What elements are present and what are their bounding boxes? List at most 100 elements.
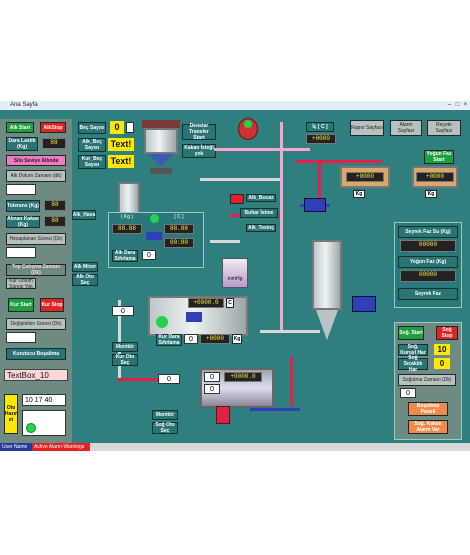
pipe-red-down xyxy=(318,160,321,200)
monitor-button-2[interactable]: Monitör xyxy=(152,410,178,420)
kurutucu-motor xyxy=(186,312,202,322)
ic-c-label: İç [ C ] xyxy=(306,122,334,132)
alk-bucaz-indicator xyxy=(230,194,244,204)
hesaplanan-input[interactable] xyxy=(6,247,36,258)
pipe-pink-vertical xyxy=(280,122,283,332)
alk-c-label: [ C ] xyxy=(174,214,184,220)
textbox-10[interactable]: TextBox_10 xyxy=(4,369,68,381)
degistirilen-sure-label: Değiştirilen Süresi (Dk) xyxy=(6,318,66,330)
recete-sayfasi-button[interactable]: Reçete Sayfası xyxy=(427,120,461,136)
alk-mixer-tank xyxy=(118,182,140,214)
alk-mixer-button[interactable]: Alk Mixer xyxy=(72,262,98,272)
sog-start-button[interactable]: Soğ. Start xyxy=(398,326,424,340)
alk-oto-sec-button[interactable]: Alk Oto Seç xyxy=(72,274,98,286)
alinan-kakao-display: 88 xyxy=(44,216,66,227)
reactor-left-display: +0000 xyxy=(346,172,384,182)
cooler-input-2[interactable]: 0 xyxy=(204,384,220,394)
hopper-tank xyxy=(144,128,178,154)
dara-lastik-label: Dara Lastik (Kg) xyxy=(6,137,38,151)
pipe-pink-top xyxy=(214,148,310,151)
alk-beg-value: Text! xyxy=(108,138,134,151)
sogutma-zamani-label: Soğutma Zamanı (Dk) xyxy=(398,374,456,386)
alk-kg-label: ( Kg ) xyxy=(120,214,134,220)
kur-dara-button[interactable]: Kur Dara Sıfırlama xyxy=(156,334,182,346)
pipe-red-upper xyxy=(296,160,382,163)
kur-dolum-indicator: Kur Dolum Süresi Yok xyxy=(6,278,36,290)
alk-terinc-label: Alk_Tesinç xyxy=(246,224,276,232)
kur-oto-sec-button[interactable]: Kur Oto Seç xyxy=(112,354,138,366)
alk-c-display: 88.88 xyxy=(164,224,194,234)
kur-kg-display: +0000 xyxy=(200,334,230,344)
yogun-faz-display: 00000 xyxy=(400,270,456,282)
reactor-right-display: +0000 xyxy=(416,172,454,182)
alk-bucaz-label: Alk_Bucaz xyxy=(246,194,276,202)
tolerans-display: 88 xyxy=(44,200,66,211)
kur-value-input[interactable]: 0 xyxy=(112,306,134,316)
alk-c2-display: 00:00 xyxy=(164,238,194,248)
maximize-icon[interactable]: □ xyxy=(454,102,461,108)
kur-kg-unit: Kg xyxy=(232,334,242,344)
sogutma-zamani-input[interactable]: 0 xyxy=(400,388,416,398)
fan-motor xyxy=(352,296,376,312)
cyclone-column xyxy=(312,240,342,310)
denetar-transfer-button[interactable]: Denetar Transfer Start xyxy=(182,123,216,141)
yogun-faz-start-button[interactable]: Yoğun Faz Start xyxy=(424,150,454,164)
kakao-istegi-indicator: Kakao İsteği yok xyxy=(182,144,216,158)
ic-c-display: +0000 xyxy=(306,134,336,144)
hopper-cone xyxy=(148,154,174,166)
sog-stop-button[interactable]: Soğ Stop xyxy=(436,326,458,340)
hopper-lid xyxy=(142,120,180,128)
sog-kakao-alarm-indicator: Soğ. Kakao Alarm Var xyxy=(408,420,448,434)
window-title: Ana Sayfa xyxy=(10,102,38,108)
sog-sicaklik-label: Soğ Sıcaklık Har xyxy=(398,355,428,373)
reactor-left-kg: Kg xyxy=(353,190,365,198)
mmhg-label: mmHg xyxy=(227,276,243,282)
hopper-valve xyxy=(150,168,172,174)
alk-dara-button[interactable]: Alk Dara Sıfırlama xyxy=(112,250,138,262)
user-name-label: User Name xyxy=(0,443,32,451)
bosaltma-paneli-button[interactable]: Boşaltma Paneli xyxy=(408,402,448,416)
kur-stop-button[interactable]: Kur Stop xyxy=(40,298,64,312)
pipe-blue-lower xyxy=(250,408,300,411)
alk-dara-value[interactable]: 0 xyxy=(142,250,156,260)
kur-beg-value: Text! xyxy=(108,155,134,168)
sog-kuruyl-value: 10 xyxy=(434,344,450,355)
cooler-discharge-valve xyxy=(216,406,230,424)
pump-status-lamp xyxy=(244,120,252,128)
monitor-button-1[interactable]: Monitör xyxy=(112,342,138,352)
alinan-kakao-label: Alınan Kakao (Kg) xyxy=(6,216,40,228)
pipe-red-lower xyxy=(118,378,160,381)
kurutucu-bosaltma-button[interactable]: Kurutucu Boşaltma xyxy=(6,348,66,360)
kur-dara-value[interactable]: 0 xyxy=(184,334,198,344)
alarm-sayfasi-button[interactable]: Alarm Sayfası xyxy=(390,120,422,136)
active-alarm-label[interactable]: Active Alarm-Warnings xyxy=(32,443,90,451)
time-dropdown[interactable]: 10 17 40 xyxy=(22,394,66,406)
beg-sayisi-label: Beç Sayısı xyxy=(78,122,106,134)
alk-dolum-input[interactable] xyxy=(6,184,36,195)
alk-lamp xyxy=(150,214,159,223)
cooler-value-input[interactable]: 0 xyxy=(158,374,180,384)
oto-hazir-button[interactable]: Oto Hazır et xyxy=(4,394,18,434)
hesaplanan-sure-label: Hesaplanan Süresi (Dk) xyxy=(6,233,66,245)
seyrek-faz-su-label: Seyrek Faz Su (Kg) xyxy=(398,226,458,238)
rapor-sayfasi-button[interactable]: Rapor Sayfası xyxy=(350,120,384,136)
alk-kg-display: 88.88 xyxy=(112,224,142,234)
minimize-icon[interactable]: – xyxy=(446,102,453,108)
pipe-gray-mid xyxy=(210,240,240,243)
close-icon[interactable]: × xyxy=(462,102,469,108)
cooler-input-1[interactable]: 0 xyxy=(204,372,220,382)
pipe-gray-upper xyxy=(200,178,280,181)
dara-lastik-display: 88 xyxy=(42,138,66,149)
top-calisma-label: Top Çalışma Zamanı (Dk) xyxy=(6,264,66,276)
kurutucu-lamp xyxy=(156,316,168,328)
vacuum-pump xyxy=(304,198,326,212)
kur-start-button[interactable]: Kur Start xyxy=(8,298,34,312)
sog-oto-sec-button[interactable]: Soğ Oto Seç xyxy=(152,422,178,434)
alk-start-button[interactable]: Alk Start xyxy=(6,122,34,133)
beg-spinner[interactable] xyxy=(126,122,134,133)
seyrek-faz-su-display: 00000 xyxy=(400,240,456,252)
alk-motor xyxy=(146,232,162,240)
buhar-istme-button[interactable]: Buhar İstme xyxy=(240,208,278,218)
alk-stop-button[interactable]: AlkStop xyxy=(40,122,66,133)
degistirilen-input[interactable] xyxy=(6,332,36,343)
